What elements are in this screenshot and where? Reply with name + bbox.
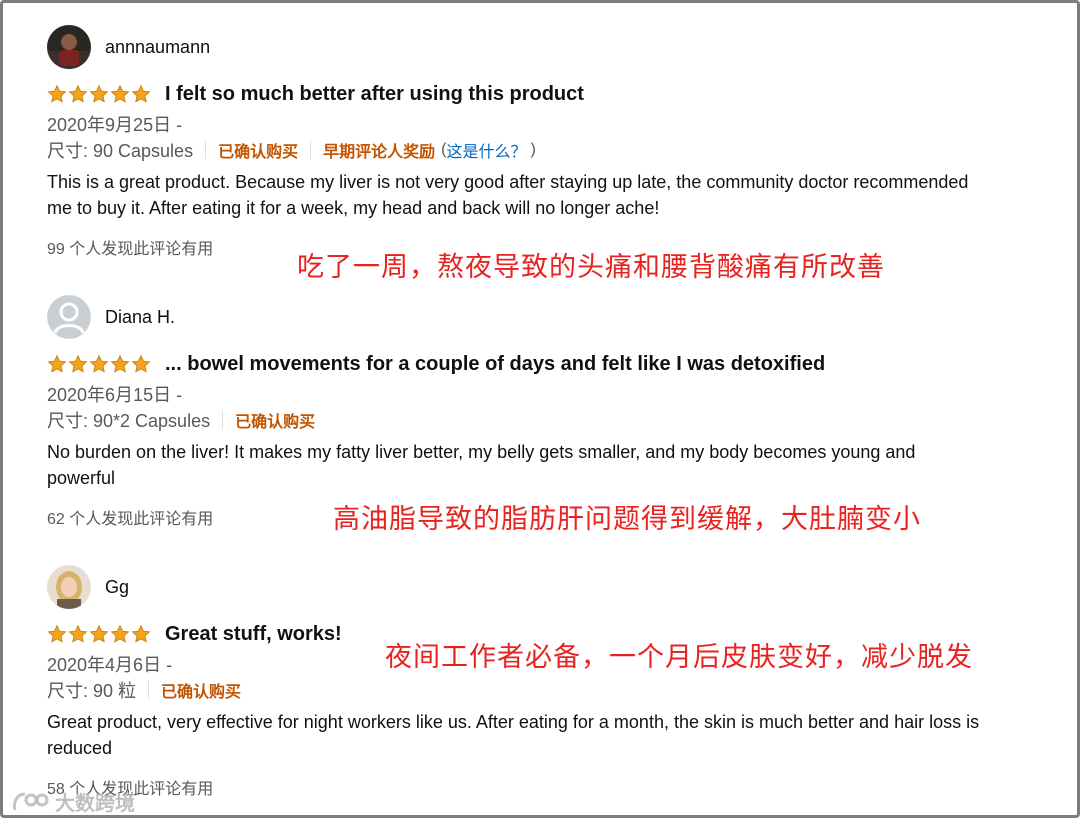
divider <box>310 141 312 159</box>
review-date: 2020年6月15日 - <box>47 385 183 405</box>
review-card: Gg Great stuff, works! 2020年4月6日 - 尺寸: 9… <box>47 565 1057 799</box>
star-rating[interactable] <box>47 354 151 374</box>
star-icon <box>131 354 151 373</box>
paren-close: ) <box>530 141 536 158</box>
review-date: 2020年9月25日 - <box>47 115 183 135</box>
reviewer-name: Diana H. <box>105 306 176 327</box>
verified-purchase-badge: 已确认购买 <box>235 414 316 431</box>
review-meta: 尺寸: 90 Capsules 已确认购买 早期评论人奖励 ( 这是什么？ ) <box>47 137 1057 163</box>
star-icon <box>68 624 88 643</box>
verified-purchase-badge: 已确认购买 <box>218 144 299 161</box>
watermark: 大数跨境 <box>11 787 135 816</box>
reviewer-profile[interactable]: annnaumann <box>47 25 1057 69</box>
verified-purchase-badge: 已确认购买 <box>161 684 242 701</box>
star-icon <box>110 354 130 373</box>
early-reviewer-badge: 早期评论人奖励 <box>323 144 436 161</box>
review-card: Diana H. ... bowel movements for a coupl… <box>47 295 1057 529</box>
watermark-logo-icon <box>13 792 49 810</box>
screenshot-frame: annnaumann I felt so much better after u… <box>0 0 1080 818</box>
product-size[interactable]: 尺寸: 90*2 Capsules <box>47 407 210 433</box>
review-card: annnaumann I felt so much better after u… <box>47 25 1057 259</box>
helpful-count: 58 个人发现此评论有用 <box>47 781 214 798</box>
star-icon <box>131 84 151 103</box>
star-icon <box>47 624 67 643</box>
annotation-text: 夜间工作者必备，一个月后皮肤变好，减少脱发 <box>385 642 973 673</box>
review-title[interactable]: Great stuff, works! <box>165 623 342 646</box>
avatar <box>47 25 91 69</box>
reviewer-name: annnaumann <box>105 36 211 57</box>
star-icon <box>47 354 67 373</box>
star-icon <box>110 84 130 103</box>
review-body: This is a great product. Because my live… <box>47 172 969 218</box>
divider <box>222 411 224 429</box>
reviewer-profile[interactable]: Gg <box>47 565 1057 609</box>
review-title[interactable]: ... bowel movements for a couple of days… <box>165 353 825 376</box>
avatar <box>47 565 91 609</box>
review-title[interactable]: I felt so much better after using this p… <box>165 83 584 106</box>
star-icon <box>131 624 151 643</box>
reviewer-name: Gg <box>105 576 130 597</box>
star-icon <box>89 354 109 373</box>
review-meta: 尺寸: 90 粒 已确认购买 <box>47 677 1057 703</box>
star-icon <box>89 84 109 103</box>
review-body: Great product, very effective for night … <box>47 712 980 758</box>
star-rating[interactable] <box>47 84 151 104</box>
review-meta: 尺寸: 90*2 Capsules 已确认购买 <box>47 407 1057 433</box>
star-icon <box>68 354 88 373</box>
annotation-text: 吃了一周，熬夜导致的头痛和腰背酸痛有所改善 <box>297 252 885 283</box>
product-size[interactable]: 尺寸: 90 Capsules <box>47 137 193 163</box>
review-body: No burden on the liver! It makes my fatt… <box>47 442 916 488</box>
star-icon <box>68 84 88 103</box>
reviewer-profile[interactable]: Diana H. <box>47 295 1057 339</box>
star-icon <box>110 624 130 643</box>
whats-this-link[interactable]: 这是什么？ <box>446 138 526 162</box>
star-rating[interactable] <box>47 624 151 644</box>
avatar <box>47 295 91 339</box>
divider <box>205 141 207 159</box>
watermark-text: 大数跨境 <box>55 791 135 815</box>
divider <box>148 681 150 699</box>
product-size[interactable]: 尺寸: 90 粒 <box>47 677 136 703</box>
star-icon <box>47 84 67 103</box>
star-icon <box>89 624 109 643</box>
annotation-text: 高油脂导致的脂肪肝问题得到缓解，大肚腩变小 <box>333 504 921 535</box>
